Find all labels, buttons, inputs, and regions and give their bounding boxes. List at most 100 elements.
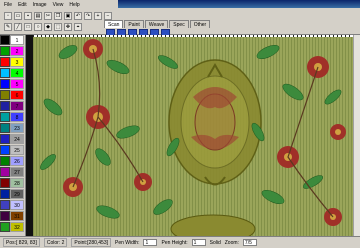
palette-row: 26 [0, 156, 25, 166]
palette-row: 24 [0, 134, 25, 144]
palette-row: 32 [0, 222, 25, 232]
palette-number[interactable]: 2 [10, 46, 24, 56]
palette-row: 3 [0, 57, 25, 67]
large-flower-motif [168, 59, 262, 186]
palette-number[interactable]: 4 [10, 68, 24, 78]
vertical-scrollbar[interactable] [353, 35, 360, 236]
palette-number[interactable]: 6 [10, 90, 24, 100]
palette-row: 29 [0, 189, 25, 199]
palette-number[interactable]: 29 [10, 189, 24, 199]
cut-icon[interactable]: ✂ [44, 12, 52, 20]
red-flower-far-right [330, 124, 346, 140]
move-icon[interactable]: ✥ [64, 23, 72, 31]
save-icon[interactable]: ▪ [24, 12, 32, 20]
zoom-label: Zoom: [224, 239, 239, 246]
palette-number[interactable]: 30 [10, 200, 24, 210]
palette-row: 8 [0, 112, 25, 122]
palette-row: 30 [0, 200, 25, 210]
palette-number[interactable]: 24 [10, 134, 24, 144]
palette-row: 4 [0, 68, 25, 78]
pen-width-input[interactable]: 1 [143, 239, 158, 246]
paste-icon[interactable]: ▣ [64, 12, 72, 20]
palette-number[interactable]: 25 [10, 145, 24, 155]
palette-row: 7 [0, 101, 25, 111]
open-icon[interactable]: ▭ [14, 12, 22, 20]
palette-swatch[interactable] [0, 178, 10, 188]
palette-swatch[interactable] [0, 156, 10, 166]
tab-paint[interactable]: Paint [124, 20, 144, 28]
toolbar-row-bottom: ✎ ╱ □ ○ ◆ ⬚ ✥ ⌖ [4, 23, 82, 31]
palette-row: 28 [0, 178, 25, 188]
ellipse-icon[interactable]: ○ [34, 23, 42, 31]
copy-icon[interactable]: ❐ [54, 12, 62, 20]
print-icon[interactable]: ▤ [34, 12, 42, 20]
palette-swatch[interactable] [0, 57, 10, 67]
palette-row: 6 [0, 90, 25, 100]
palette-number[interactable]: 26 [10, 156, 24, 166]
pen-width-label: Pen Width: [115, 239, 140, 246]
rect-icon[interactable]: □ [24, 23, 32, 31]
redo-icon[interactable]: ↷ [84, 12, 92, 20]
palette-swatch[interactable] [0, 211, 10, 221]
palette-swatch[interactable] [0, 200, 10, 210]
lower-flower-motif [170, 214, 256, 236]
palette-number[interactable]: 7 [10, 101, 24, 111]
palette-row: 23 [0, 123, 25, 133]
line-icon[interactable]: ╱ [14, 23, 22, 31]
palette-swatch[interactable] [0, 79, 10, 89]
palette-number[interactable]: 1 [10, 35, 24, 45]
pencil-icon[interactable]: ✎ [4, 23, 12, 31]
palette-swatch[interactable] [0, 46, 10, 56]
palette-number[interactable]: 23 [10, 123, 24, 133]
status-position: Pos:[ 829, 83] [3, 238, 40, 247]
tab-spec[interactable]: Spec [169, 20, 189, 28]
status-point: Point:[280,453] [71, 238, 112, 247]
undo-icon[interactable]: ↶ [74, 12, 82, 20]
toolbar: ▫ ▭ ▪ ▤ ✂ ❐ ▣ ↶ ↷ + − ✎ ╱ □ ○ ◆ ⬚ ✥ ⌖ Sc… [0, 8, 360, 38]
pen-height-label: Pen Height: [161, 239, 188, 246]
tab-scan[interactable]: Scan [104, 20, 124, 28]
palette-swatch[interactable] [0, 134, 10, 144]
tab-weave[interactable]: Weave [144, 20, 169, 28]
floral-pattern [40, 39, 346, 236]
palette-row: 1 [0, 35, 25, 45]
palette-number[interactable]: 27 [10, 167, 24, 177]
palette-number[interactable]: 8 [10, 112, 24, 122]
palette-swatch[interactable] [0, 90, 10, 100]
new-icon[interactable]: ▫ [4, 12, 12, 20]
fabric-canvas[interactable] [33, 37, 353, 236]
color-palette: 1 2 3 4 5 6 7 8 23 24 25 26 27 28 29 30 31 32 [0, 35, 26, 236]
palette-swatch[interactable] [0, 101, 10, 111]
palette-swatch[interactable] [0, 189, 10, 199]
palette-number[interactable]: 31 [10, 211, 24, 221]
status-color: Color: 2 [43, 238, 68, 247]
status-bar: Pos:[ 829, 83] Color: 2 Point:[280,453] … [0, 236, 360, 248]
palette-swatch[interactable] [0, 112, 10, 122]
palette-row: 27 [0, 167, 25, 177]
select-icon[interactable]: ⬚ [54, 23, 62, 31]
pen-height-input[interactable]: 1 [191, 239, 206, 246]
zoom-out-icon[interactable]: − [104, 12, 112, 20]
zoom-input[interactable]: 7/5 [242, 239, 257, 246]
fill-icon[interactable]: ◆ [44, 23, 52, 31]
palette-swatch[interactable] [0, 222, 10, 232]
palette-swatch[interactable] [0, 35, 10, 45]
palette-row: 5 [0, 79, 25, 89]
tab-other[interactable]: Other [189, 20, 211, 28]
eyedropper-icon[interactable]: ⌖ [74, 23, 82, 31]
palette-number[interactable]: 32 [10, 222, 24, 232]
tab-strip: Scan Paint Weave Spec Other [104, 20, 211, 28]
palette-row: 2 [0, 46, 25, 56]
solid-label: Solid [209, 239, 221, 246]
palette-swatch[interactable] [0, 123, 10, 133]
palette-number[interactable]: 5 [10, 79, 24, 89]
palette-number[interactable]: 3 [10, 57, 24, 67]
palette-swatch[interactable] [0, 68, 10, 78]
toolbar-row-top: ▫ ▭ ▪ ▤ ✂ ❐ ▣ ↶ ↷ + − [4, 12, 112, 20]
palette-row: 25 [0, 145, 25, 155]
palette-swatch[interactable] [0, 167, 10, 177]
palette-swatch[interactable] [0, 145, 10, 155]
zoom-in-icon[interactable]: + [94, 12, 102, 20]
palette-row: 31 [0, 211, 25, 221]
palette-number[interactable]: 28 [10, 178, 24, 188]
